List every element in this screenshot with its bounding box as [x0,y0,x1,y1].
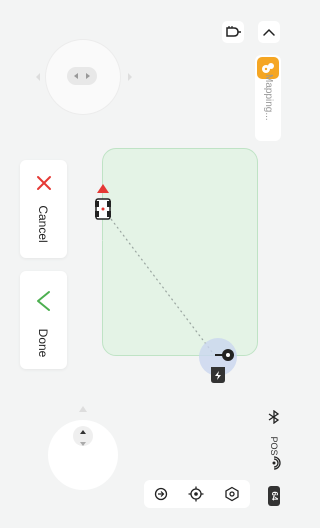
robot-marker-icon[interactable] [92,183,114,223]
close-icon [37,176,51,190]
mapping-label: Mapping... [263,74,274,121]
router-icon [226,26,241,37]
pos-label: POS [269,436,279,456]
top-joystick-arcs [36,73,132,81]
check-icon [37,291,50,311]
target-flag-icon[interactable] [215,348,235,362]
locate-icon[interactable] [188,486,204,502]
cancel-label: Cancel [36,205,50,243]
chevron-up-icon [263,28,275,36]
bottom-joystick-arc [79,406,87,412]
bluetooth-icon [268,410,280,424]
charging-base-icon[interactable] [208,365,228,385]
rotate-icon[interactable] [153,486,169,502]
settings-icon[interactable] [224,486,240,502]
battery-value: 64 [270,491,279,501]
signal-icon [272,456,281,470]
vertical-arrows-icon [80,430,86,446]
done-label: Done [36,328,50,358]
